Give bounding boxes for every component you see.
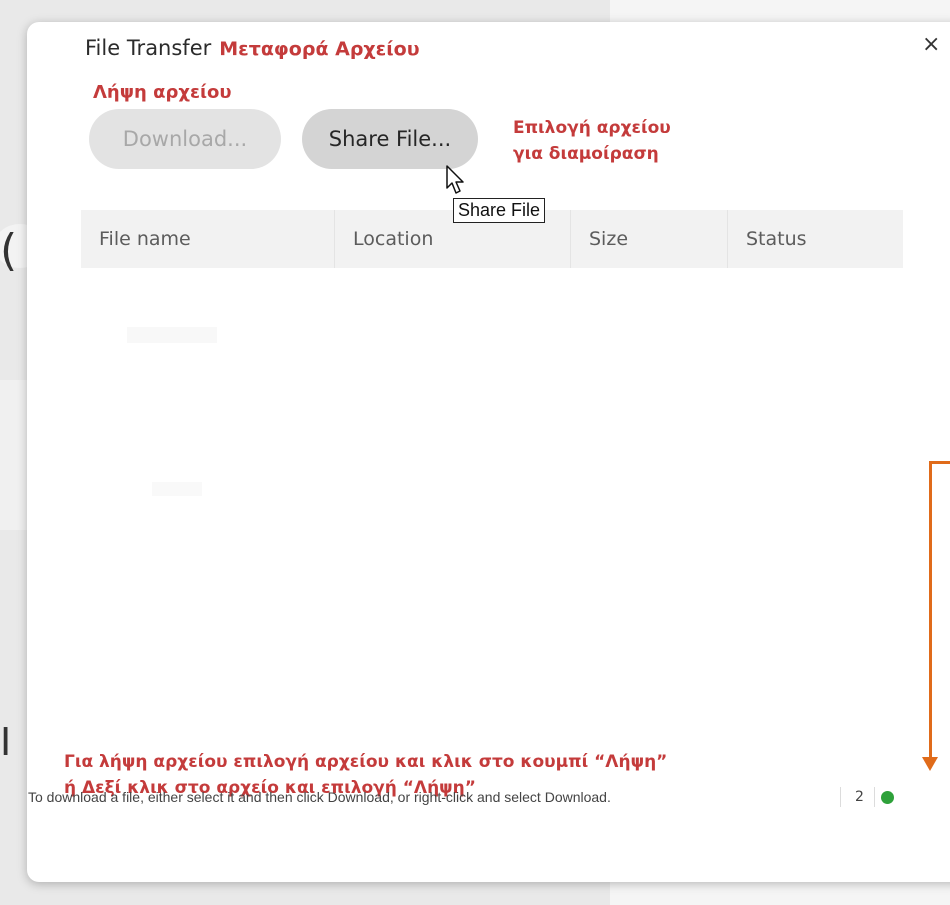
column-header-size[interactable]: Size xyxy=(571,210,728,268)
background-glyph-top: ( xyxy=(0,225,18,276)
mouse-pointer-icon xyxy=(446,165,464,194)
close-icon[interactable]: × xyxy=(922,34,940,56)
download-annotation: Λήψη αρχείου xyxy=(93,82,232,103)
column-header-file-name[interactable]: File name xyxy=(81,210,335,268)
title-annotation: Μεταφορά Αρχείου xyxy=(219,38,420,60)
background-glyph-bottom: I xyxy=(0,720,12,764)
bottom-annotation-line1: Για λήψη αρχείου επιλογή αρχείου και κλι… xyxy=(64,752,668,772)
file-transfer-dialog: File Transfer Μεταφορά Αρχείου × Λήψη αρ… xyxy=(27,22,950,882)
annotation-arrow-line xyxy=(929,461,932,761)
download-button[interactable]: Download... xyxy=(89,109,281,169)
share-annotation-line1: Επιλογή αρχείου xyxy=(513,118,671,138)
annotation-arrow-head-icon xyxy=(922,757,938,771)
file-list-empty-area xyxy=(127,327,217,343)
share-file-button[interactable]: Share File... xyxy=(302,109,478,169)
share-annotation: Επιλογή αρχείου για διαμοίραση xyxy=(513,115,671,167)
status-bar: To download a file, either select it and… xyxy=(28,784,948,810)
status-message: To download a file, either select it and… xyxy=(28,789,611,805)
share-file-tooltip: Share File xyxy=(453,198,546,223)
file-list-empty-area-2 xyxy=(152,482,202,496)
annotation-arrow-top xyxy=(930,461,950,464)
status-count: 2 xyxy=(855,789,864,805)
column-header-status[interactable]: Status xyxy=(728,210,903,268)
status-separator-2 xyxy=(873,787,875,807)
status-separator xyxy=(840,787,841,807)
dialog-title: File Transfer xyxy=(85,36,212,60)
dialog-title-row: File Transfer Μεταφορά Αρχείου xyxy=(85,36,420,60)
status-dot-icon xyxy=(880,790,894,804)
share-annotation-line2: για διαμοίραση xyxy=(513,144,659,164)
